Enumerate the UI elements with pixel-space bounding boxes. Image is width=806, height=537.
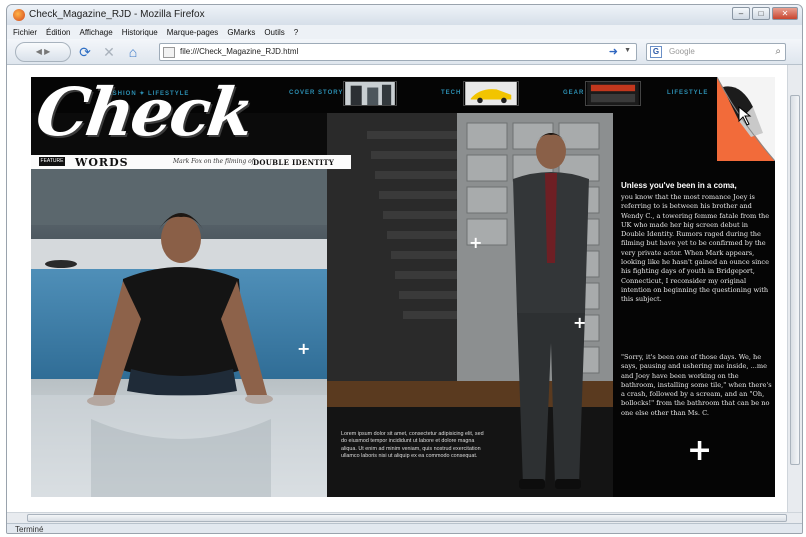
- article-headline: Unless you've been in a coma,: [621, 181, 737, 190]
- section-title: WORDS: [75, 156, 129, 169]
- plus-icon[interactable]: +: [469, 233, 482, 252]
- navigation-toolbar: ◀ ▶ ⟳ ✕ ⌂ file:///Check_Magazine_RJD.htm…: [7, 39, 802, 65]
- page-icon: [163, 47, 175, 58]
- photo-caption: Lorem ipsum dolor sit amet, consectetur …: [341, 431, 484, 460]
- menu-bar: Fichier Édition Affichage Historique Mar…: [7, 25, 802, 39]
- nav-cover-story[interactable]: COVER STORY: [289, 90, 343, 96]
- back-forward-button[interactable]: ◀ ▶: [15, 42, 71, 62]
- status-bar: Terminé: [7, 523, 802, 534]
- status-text: Terminé: [15, 525, 44, 534]
- gear-thumbnail[interactable]: [585, 81, 641, 106]
- google-search-icon[interactable]: G: [650, 46, 662, 58]
- menu-historique[interactable]: Historique: [122, 28, 158, 37]
- vertical-scroll-thumb[interactable]: [790, 95, 800, 465]
- page-corner-peel[interactable]: [717, 77, 775, 161]
- back-forward-icon: ◀ ▶: [35, 47, 51, 56]
- title-bar: Check_Magazine_RJD - Mozilla Firefox – □…: [7, 5, 802, 25]
- close-button[interactable]: ✕: [772, 7, 798, 20]
- nav-gear[interactable]: GEAR: [563, 90, 584, 96]
- stop-icon[interactable]: ✕: [101, 44, 117, 60]
- feature-badge: FEATURE: [39, 157, 65, 166]
- go-arrow-icon[interactable]: ➜: [609, 45, 618, 58]
- search-placeholder[interactable]: Google: [669, 47, 695, 56]
- menu-edition[interactable]: Édition: [46, 28, 70, 37]
- pool-photo: [31, 169, 327, 497]
- menu-gmarks[interactable]: GMarks: [227, 28, 255, 37]
- cover-story-thumbnail[interactable]: [343, 81, 397, 106]
- menu-marque-pages[interactable]: Marque-pages: [167, 28, 219, 37]
- search-box[interactable]: G Google ⌕: [646, 43, 786, 61]
- url-text[interactable]: file:///Check_Magazine_RJD.html: [180, 47, 298, 56]
- maximize-button[interactable]: □: [752, 7, 770, 20]
- page-viewport: FASHION ✦ LIFESTYLE COVER STORY TECH GEA…: [7, 65, 802, 512]
- menu-affichage[interactable]: Affichage: [79, 28, 112, 37]
- minimize-button[interactable]: –: [732, 7, 750, 20]
- feature-description: Mark Fox on the filming of: [173, 158, 254, 165]
- plus-icon[interactable]: +: [573, 313, 586, 332]
- article-body: you know that the most romance Joey is r…: [621, 193, 770, 304]
- search-icon[interactable]: ⌕: [775, 46, 781, 57]
- url-bar[interactable]: file:///Check_Magazine_RJD.html ➜ ▼: [159, 43, 637, 61]
- magazine-spread: FASHION ✦ LIFESTYLE COVER STORY TECH GEA…: [31, 77, 775, 497]
- plus-icon[interactable]: +: [687, 433, 712, 468]
- chevron-down-icon[interactable]: ▼: [624, 47, 631, 54]
- nav-lifestyle[interactable]: LIFESTYLE: [667, 90, 708, 96]
- browser-window: Check_Magazine_RJD - Mozilla Firefox – □…: [6, 4, 803, 534]
- film-title: DOUBLE IDENTITY: [253, 158, 335, 167]
- horizontal-scroll-thumb[interactable]: [27, 514, 787, 522]
- menu-fichier[interactable]: Fichier: [13, 28, 37, 37]
- horizontal-scrollbar[interactable]: [7, 512, 802, 523]
- window-controls: – □ ✕: [732, 7, 798, 20]
- plus-icon[interactable]: +: [297, 339, 310, 358]
- firefox-icon: [13, 9, 25, 21]
- reload-icon[interactable]: ⟳: [77, 44, 93, 60]
- menu-help[interactable]: ?: [294, 28, 298, 37]
- menu-outils[interactable]: Outils: [264, 28, 284, 37]
- check-logo: Check: [31, 77, 256, 151]
- home-icon[interactable]: ⌂: [125, 44, 141, 60]
- nav-tech[interactable]: TECH: [441, 90, 461, 96]
- feature-bar: FEATURE WORDS Mark Fox on the filming of…: [31, 155, 351, 169]
- tech-thumbnail[interactable]: [463, 81, 519, 106]
- vertical-scrollbar[interactable]: [787, 65, 802, 512]
- window-title: Check_Magazine_RJD - Mozilla Firefox: [29, 9, 205, 20]
- article-quote: "Sorry, it's been one of those days. We,…: [621, 353, 772, 417]
